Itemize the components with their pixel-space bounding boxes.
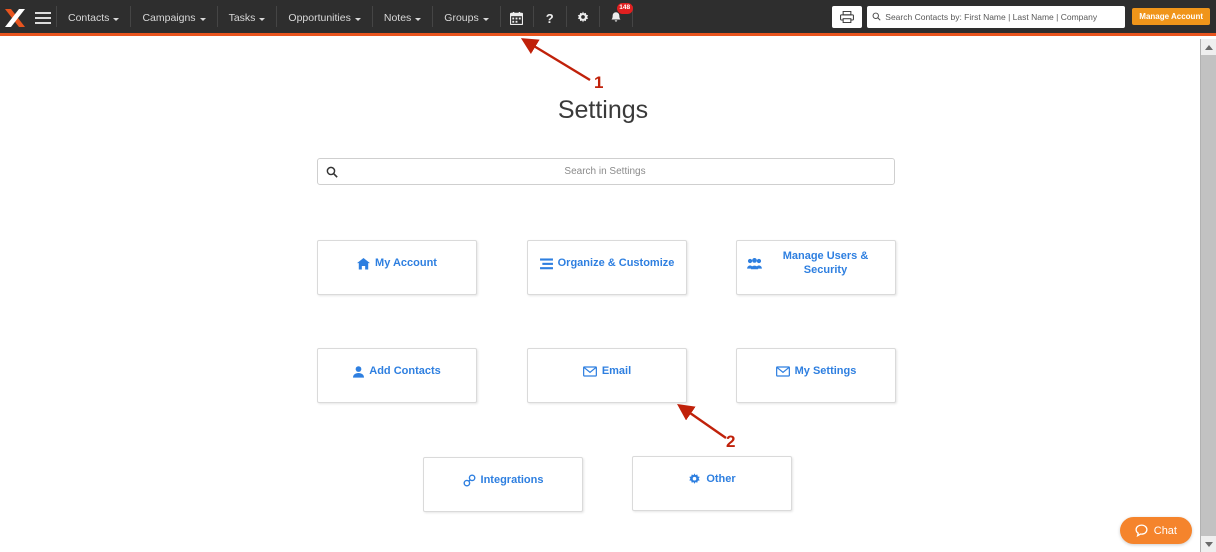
manage-account-button[interactable]: Manage Account [1132,8,1210,25]
tile-label: My Account [375,256,437,269]
settings-page: Contacts Campaigns Tasks Opportunities N… [0,0,1216,552]
help-icon[interactable]: ? [534,0,566,36]
tile-add-contacts[interactable]: Add Contacts [317,348,477,403]
nav-item-label: Campaigns [142,12,196,24]
envelope-icon [775,366,790,377]
chat-button-label: Chat [1153,524,1177,537]
x-logo-icon[interactable] [0,0,30,36]
nav-item-label: Contacts [68,12,110,24]
nav-item-campaigns[interactable]: Campaigns [131,0,216,36]
settings-search-placeholder: Search in Settings [564,166,646,177]
chevron-down-icon [259,17,266,21]
chevron-down-icon [415,17,422,21]
nav-item-label: Groups [444,12,479,24]
hamburger-menu-icon[interactable] [30,0,56,36]
annotation-arrow-1 [520,38,591,82]
gear-icon [688,473,701,486]
tile-my-settings[interactable]: My Settings [736,348,896,403]
gear-icon[interactable] [567,0,599,36]
nav-item-label: Tasks [228,12,256,24]
top-navigation-bar: Contacts Campaigns Tasks Opportunities N… [0,0,1216,36]
tile-label: My Settings [794,364,857,377]
nav-right-group: Search Contacts by: First Name | Last Na… [832,0,1216,33]
nav-item-notes[interactable]: Notes [373,0,432,36]
tile-label: Manage Users & Security [782,249,869,276]
search-icon [872,12,881,21]
scroll-up-arrow-icon[interactable] [1201,39,1216,55]
nav-item-contacts[interactable]: Contacts [57,0,130,36]
annotation-number-2: 2 [726,432,736,451]
notification-badge: 148 [616,3,633,14]
link-icon [463,474,476,487]
chat-bubble-icon [1135,524,1148,537]
nav-item-opportunities[interactable]: Opportunities [277,0,371,36]
print-icon[interactable] [832,5,863,28]
tile-email[interactable]: Email [527,348,687,403]
chevron-down-icon [199,17,206,21]
tile-label: Organize & Customize [557,256,675,269]
search-icon [326,166,338,178]
chevron-down-icon [354,17,361,21]
settings-search-input[interactable]: Search in Settings [317,158,895,185]
tile-label: Add Contacts [369,364,441,377]
scroll-down-arrow-icon[interactable] [1201,536,1216,552]
tile-label: Other [706,472,736,485]
contact-search-input[interactable]: Search Contacts by: First Name | Last Na… [867,5,1126,28]
tile-organize-customize[interactable]: Organize & Customize [527,240,687,295]
nav-item-groups[interactable]: Groups [433,0,499,36]
user-add-icon [353,365,365,378]
annotation-number-1: 1 [594,73,604,92]
chat-button[interactable]: Chat [1119,517,1192,544]
tile-label: Integrations [480,473,544,486]
list-icon [539,257,553,270]
tile-other[interactable]: Other [632,456,792,511]
users-icon [747,257,762,270]
bell-icon[interactable]: 148 [600,0,633,36]
tile-label: Email [601,364,632,377]
nav-item-tasks[interactable]: Tasks [218,0,277,36]
help-icon-glyph: ? [545,10,554,26]
annotation-arrow-2 [677,403,727,439]
chevron-down-icon [482,17,489,21]
page-title: Settings [557,96,649,124]
calendar-icon[interactable] [501,0,533,36]
tile-manage-users-security[interactable]: Manage Users & Security [736,240,896,295]
envelope-icon [582,366,597,377]
nav-item-label: Opportunities [288,12,351,24]
tile-integrations[interactable]: Integrations [423,457,583,512]
home-icon [357,257,370,270]
nav-item-label: Notes [383,12,412,24]
chevron-down-icon [113,17,120,21]
page-scrollbar[interactable] [1200,39,1216,552]
tile-my-account[interactable]: My Account [317,240,477,295]
contact-search-placeholder: Search Contacts by: First Name | Last Na… [885,11,1098,22]
